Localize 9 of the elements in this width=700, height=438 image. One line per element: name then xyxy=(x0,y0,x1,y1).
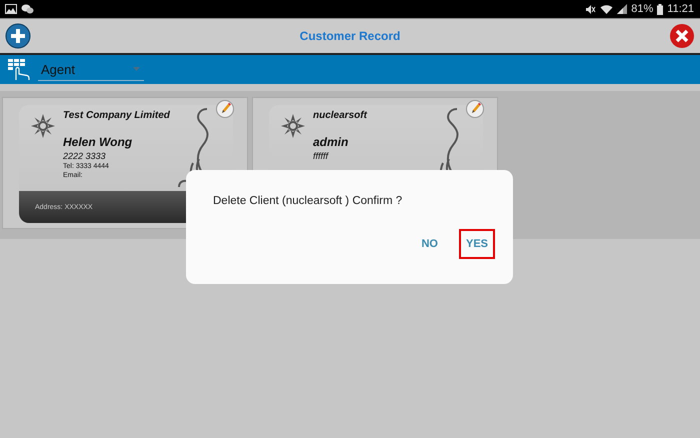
contact-name: admin xyxy=(313,135,350,149)
phone-number: 2222 3333 xyxy=(63,151,107,161)
phone-number: ffffff xyxy=(313,151,330,161)
company-name: Test Company Limited xyxy=(63,110,171,121)
company-name: nuclearsoft xyxy=(313,110,368,121)
window-title: Customer Record xyxy=(300,29,400,43)
battery-percentage: 81% xyxy=(631,3,654,15)
contact-name: Helen Wong xyxy=(63,135,134,149)
clock: 11:21 xyxy=(667,3,694,15)
